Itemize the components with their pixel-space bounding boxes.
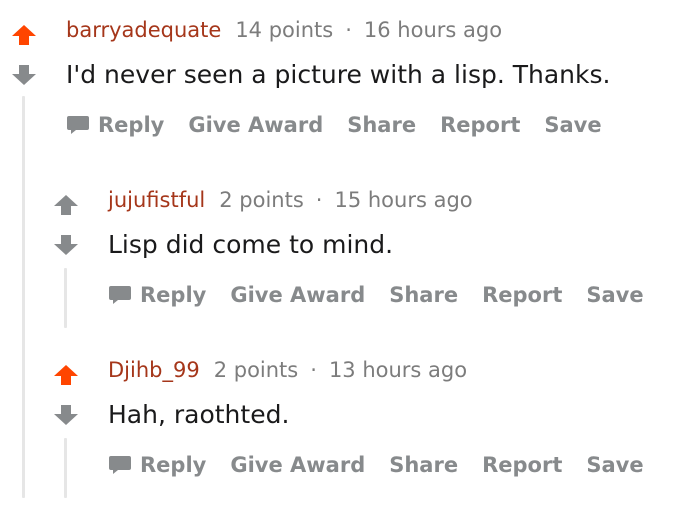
reply-button[interactable]: Reply	[108, 453, 206, 477]
author-link[interactable]: jujufistful	[108, 188, 205, 212]
downvote-button[interactable]	[11, 64, 37, 86]
save-button[interactable]: Save	[586, 453, 643, 477]
reply-label: Reply	[98, 113, 165, 137]
comment-body: I'd never seen a picture with a lisp. Th…	[66, 60, 611, 89]
report-button[interactable]: Report	[482, 283, 562, 307]
comment-meta: Djihb_99 2 points · 13 hours ago	[108, 358, 467, 386]
comment-actions: Reply Give Award Share Report Save	[108, 450, 668, 480]
report-button[interactable]: Report	[482, 453, 562, 477]
reply-button[interactable]: Reply	[66, 113, 164, 137]
report-button[interactable]: Report	[440, 113, 520, 137]
downvote-button[interactable]	[53, 404, 79, 426]
upvote-arrow-icon	[12, 25, 36, 45]
comment-body: Lisp did come to mind.	[108, 230, 394, 259]
downvote-arrow-icon	[54, 405, 78, 425]
speech-bubble-icon	[109, 286, 131, 304]
save-button[interactable]: Save	[544, 113, 601, 137]
share-button[interactable]: Share	[389, 283, 458, 307]
separator-dot: ·	[315, 188, 323, 212]
points-count: 2 points	[213, 358, 299, 382]
upvote-button[interactable]	[53, 194, 79, 216]
thread-line[interactable]	[22, 96, 25, 498]
downvote-arrow-icon	[54, 235, 78, 255]
comment-actions: Reply Give Award Share Report Save	[108, 280, 668, 310]
author-link[interactable]: barryadequate	[66, 18, 221, 42]
speech-bubble-icon	[109, 456, 131, 474]
points-count: 14 points	[235, 18, 334, 42]
give-award-button[interactable]: Give Award	[230, 283, 365, 307]
save-button[interactable]: Save	[586, 283, 643, 307]
thread-line[interactable]	[64, 268, 67, 328]
thread-line[interactable]	[64, 438, 67, 498]
reply-label: Reply	[140, 283, 207, 307]
downvote-button[interactable]	[53, 234, 79, 256]
reply-button[interactable]: Reply	[108, 283, 206, 307]
comment-body: Hah, raothted.	[108, 400, 290, 429]
give-award-button[interactable]: Give Award	[188, 113, 323, 137]
share-button[interactable]: Share	[389, 453, 458, 477]
give-award-button[interactable]: Give Award	[230, 453, 365, 477]
comment-actions: Reply Give Award Share Report Save	[66, 110, 626, 140]
reply-label: Reply	[140, 453, 207, 477]
separator-dot: ·	[310, 358, 317, 382]
downvote-arrow-icon	[12, 65, 36, 85]
upvote-button[interactable]	[53, 364, 79, 386]
timestamp[interactable]: 15 hours ago	[334, 188, 472, 212]
speech-bubble-icon	[67, 116, 89, 134]
separator-dot: ·	[345, 18, 352, 42]
share-button[interactable]: Share	[347, 113, 416, 137]
upvote-arrow-icon	[54, 365, 78, 385]
timestamp[interactable]: 16 hours ago	[364, 18, 502, 42]
points-count: 2 points	[219, 188, 304, 212]
comment-meta: barryadequate 14 points · 16 hours ago	[66, 18, 502, 46]
upvote-button[interactable]	[11, 24, 37, 46]
timestamp[interactable]: 13 hours ago	[329, 358, 467, 382]
author-link[interactable]: Djihb_99	[108, 358, 200, 382]
upvote-arrow-icon	[54, 195, 78, 215]
comment-meta: jujufistful 2 points · 15 hours ago	[108, 188, 473, 216]
